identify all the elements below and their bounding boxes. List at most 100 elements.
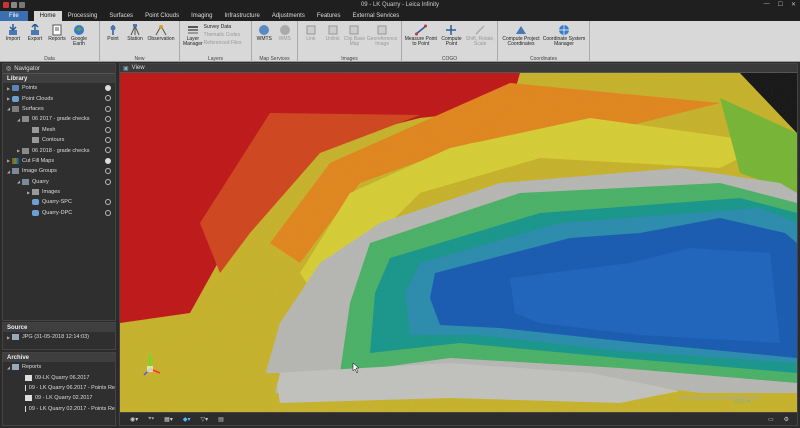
archive-report-item[interactable]: 09-LK Quarry 06.2017 [3, 372, 115, 382]
layout-icon[interactable]: ▦▾ [164, 416, 173, 423]
ribbon-group-images: Link Unlink Clip Base Map Georeference I… [298, 21, 402, 62]
report-file-icon [25, 405, 26, 412]
maximize-icon[interactable]: ☐ [778, 1, 783, 8]
contours-icon [32, 137, 39, 144]
scale-label: 1,000 m [732, 399, 751, 405]
visibility-eye-icon[interactable] [105, 157, 111, 164]
archive-report-item[interactable]: 09 - LK Quarry 02.2017 - Points Re [3, 404, 115, 414]
tree-item-images[interactable]: ▶ Images [3, 187, 115, 197]
visibility-toggle-icon[interactable] [105, 147, 111, 154]
title-bar: 09 - LK Quarry - Leica Infinity — ☐ ✕ [0, 0, 800, 10]
tab-file[interactable]: File [0, 11, 28, 21]
navigator-panel: ◎ Navigator Library ▶ Points ▶ Point Clo… [2, 63, 116, 321]
visibility-toggle-icon[interactable] [105, 209, 111, 216]
tree-item-surface-2017[interactable]: ◢ 06 2017 - grade checks [3, 114, 115, 124]
survey-data-dropdown[interactable]: Survey Data [204, 24, 249, 30]
image-groups-icon [12, 168, 19, 175]
ribbon-group-label: Layers [207, 56, 223, 62]
archive-report-item[interactable]: 09 - LK Quarry 02.2017 [3, 393, 115, 403]
visibility-toggle-icon[interactable] [105, 136, 111, 143]
select-tool-icon[interactable]: ⌖▾ [148, 416, 154, 423]
navigator-icon: ◎ [6, 66, 12, 72]
navigator-header: ◎ Navigator [3, 64, 115, 74]
tree-item-contours[interactable]: Contours [3, 135, 115, 145]
tab-point-clouds[interactable]: Point Clouds [139, 11, 185, 21]
tab-external-services[interactable]: External Services [347, 11, 406, 21]
ribbon-group-data: Import Export Reports Google Earth Data [0, 21, 100, 62]
source-item[interactable]: ▶ JPG (31-05-2018 12:14:03) [3, 332, 115, 342]
ribbon-group-label: Coordinates [530, 56, 557, 62]
tab-adjustments[interactable]: Adjustments [266, 11, 311, 21]
wms-icon [278, 23, 291, 36]
filter-icon[interactable]: ▽▾ [200, 416, 208, 423]
ribbon-group-layers: Layer Manager Survey Data Thematic Codes… [180, 21, 252, 62]
source-panel: Source ▶ JPG (31-05-2018 12:14:03) [2, 322, 116, 350]
view-panel: ▣ View 1,000 m ◉▾ ⌖▾ ▦▾ ◆▾ ▽▾ ▤ ▭ ⚙ [119, 63, 798, 426]
ribbon-group-new: Point Station Observation New [100, 21, 180, 62]
point-clouds-icon [12, 95, 19, 102]
visibility-toggle-icon[interactable] [105, 178, 111, 185]
grid-icon[interactable]: ▤ [218, 416, 224, 423]
observation-icon [155, 23, 168, 36]
visibility-eye-icon[interactable] [105, 85, 111, 91]
visibility-toggle-icon[interactable] [105, 168, 111, 175]
report-file-icon [25, 395, 32, 402]
ribbon-group-coordinates: Compute Project Coordinates Coordinate S… [498, 21, 590, 62]
archive-reports[interactable]: ◢ Reports [3, 362, 115, 372]
points-icon [12, 85, 19, 92]
archive-panel: Archive ◢ Reports 09-LK Quarry 06.2017 0… [2, 352, 116, 426]
referenced-files-dropdown[interactable]: Referenced Files [204, 40, 249, 46]
settings-icon[interactable]: ⚙ [784, 416, 789, 423]
display-mode-icon[interactable]: ◆▾ [183, 416, 191, 423]
tab-infrastructure[interactable]: Infrastructure [218, 11, 265, 21]
image-group-icon [22, 178, 29, 185]
tab-surfaces[interactable]: Surfaces [103, 11, 139, 21]
navigation-mode-icon[interactable]: ◉▾ [130, 416, 138, 423]
ribbon-group-label: Data [44, 56, 55, 62]
tree-item-cut-fill-maps[interactable]: ▶ Cut Fill Maps [3, 156, 115, 166]
minimize-icon[interactable]: — [764, 1, 770, 8]
navigator-title: Navigator [14, 65, 40, 72]
tree-item-mesh[interactable]: Mesh [3, 125, 115, 135]
layers-icon [186, 23, 199, 36]
visibility-toggle-icon[interactable] [105, 105, 111, 112]
ribbon-group-label: Map Services [259, 56, 290, 62]
tree-item-point-clouds[interactable]: ▶ Point Clouds [3, 93, 115, 103]
ribbon-group-label: COGO [441, 56, 458, 62]
3d-surface-canvas[interactable] [120, 73, 797, 413]
screenshot-icon[interactable]: ▭ [768, 416, 774, 423]
cut-fill-icon [12, 157, 19, 164]
tab-features[interactable]: Features [311, 11, 347, 21]
georeference-icon [376, 23, 389, 36]
ribbon-group-label: New [134, 56, 145, 62]
import-icon [7, 23, 20, 36]
tree-item-points[interactable]: ▶ Points [3, 83, 115, 93]
archive-report-item[interactable]: 09 - LK Quarry 06.2017 - Points Re [3, 383, 115, 393]
tree-item-quarry[interactable]: ◢ Quarry [3, 177, 115, 187]
visibility-toggle-icon[interactable] [105, 95, 111, 102]
tree-item-surfaces[interactable]: ◢ Surfaces [3, 104, 115, 114]
window-title: 09 - LK Quarry - Leica Infinity [360, 2, 440, 8]
thematic-codes-dropdown[interactable]: Thematic Codes [204, 32, 249, 38]
library-header[interactable]: Library [3, 74, 115, 83]
ribbon-tabs: File Home Processing Surfaces Point Clou… [0, 10, 800, 21]
source-header[interactable]: Source [3, 323, 115, 332]
tree-item-image-groups[interactable]: ◢ Image Groups [3, 166, 115, 176]
clip-icon [348, 23, 361, 36]
shift-rotate-icon [474, 23, 487, 36]
tab-home[interactable]: Home [33, 11, 62, 21]
tree-item-quarry-spc[interactable]: Quarry-SPC [3, 197, 115, 207]
tree-item-surface-2018[interactable]: ▶ 06 2018 - grade checks [3, 145, 115, 155]
tab-processing[interactable]: Processing [62, 11, 104, 21]
visibility-toggle-icon[interactable] [105, 199, 111, 206]
archive-header[interactable]: Archive [3, 353, 115, 362]
tree-item-quarry-dpc[interactable]: Quarry-DPC [3, 208, 115, 218]
point-icon [107, 23, 120, 36]
view-title: View [131, 65, 145, 71]
close-icon[interactable]: ✕ [791, 1, 796, 8]
report-file-icon [25, 374, 32, 381]
tab-imaging[interactable]: Imaging [185, 11, 218, 21]
visibility-toggle-icon[interactable] [105, 126, 111, 133]
visibility-toggle-icon[interactable] [105, 116, 111, 123]
cut-fill-surface[interactable] [120, 73, 797, 413]
